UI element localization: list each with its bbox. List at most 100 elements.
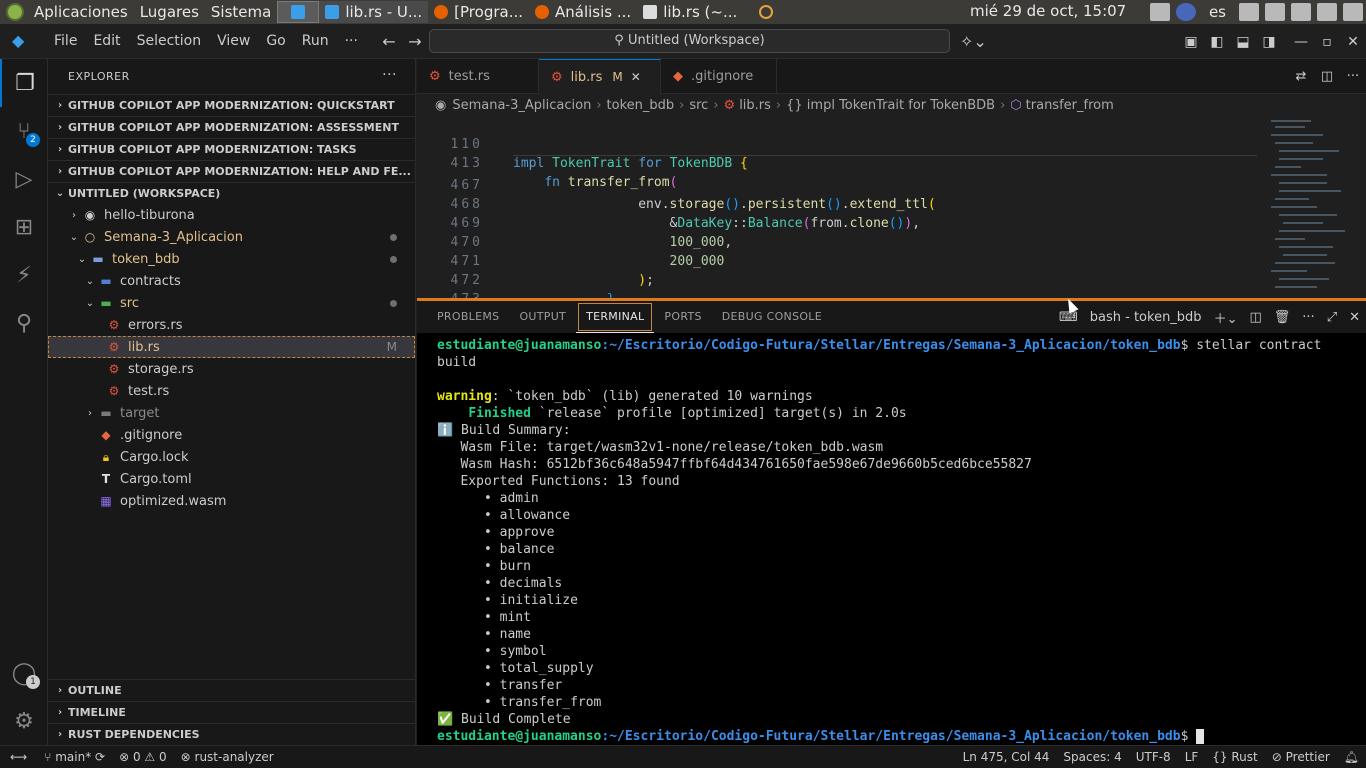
run-debug-icon[interactable]: ▷ <box>0 155 48 203</box>
rust-analyzer-status[interactable]: ⊗ rust-analyzer <box>174 750 281 764</box>
toggle-sidebar-icon[interactable]: ◧ <box>1204 34 1230 50</box>
breadcrumb-item[interactable]: lib.rs <box>739 98 771 113</box>
toggle-panel-icon[interactable]: ⬓ <box>1230 34 1256 50</box>
more-actions-icon[interactable]: ··· <box>1340 69 1366 84</box>
tab-lib-rs[interactable]: ⚙ lib.rs M ✕ <box>539 59 661 94</box>
menu-view[interactable]: View <box>209 33 258 49</box>
accounts-icon[interactable]: ◯ 1 <box>0 649 48 697</box>
source-control-icon[interactable]: ⑂ 2 <box>0 107 48 155</box>
settings-gear-icon[interactable]: ⚙ <box>0 697 48 745</box>
terminal-scrollbar[interactable] <box>1352 337 1366 745</box>
prettier-status[interactable]: ⊘ Prettier <box>1265 750 1337 764</box>
taskbar-item-vscode[interactable] <box>277 1 320 23</box>
breadcrumb-item[interactable]: transfer_from <box>1026 98 1114 113</box>
tab-debug-console[interactable]: DEBUG CONSOLE <box>712 301 832 333</box>
menu-run[interactable]: Run <box>294 33 337 49</box>
command-center[interactable]: ⚲ Untitled (Workspace) <box>429 29 950 53</box>
tree-item-src[interactable]: ⌄ ▬ src <box>48 292 415 314</box>
indentation[interactable]: Spaces: 4 <box>1056 750 1128 764</box>
close-panel-icon[interactable]: ✕ <box>1349 310 1360 325</box>
section-quickstart[interactable]: › GITHUB COPILOT APP MODERNIZATION: QUICK… <box>48 94 415 116</box>
system-menu[interactable]: Sistema <box>205 3 277 21</box>
more-actions-icon[interactable]: ··· <box>1302 310 1314 325</box>
tree-item-cargo-lock[interactable]: 🔒︎ Cargo.lock <box>48 446 415 468</box>
applications-menu[interactable]: Aplicaciones <box>28 3 134 21</box>
keyboard-layout[interactable]: es <box>1209 3 1226 21</box>
volume-icon[interactable] <box>1239 3 1259 21</box>
split-editor-icon[interactable]: ◫ <box>1314 69 1340 84</box>
tree-item-contracts[interactable]: ⌄ ▬ contracts <box>48 270 415 292</box>
menu-more[interactable]: ··· <box>337 33 366 49</box>
tree-item-optimized-wasm[interactable]: ▦ optimized.wasm <box>48 490 415 512</box>
section-rust-dependencies[interactable]: › RUST DEPENDENCIES <box>48 723 416 745</box>
compare-changes-icon[interactable]: ⇄ <box>1288 69 1314 84</box>
tree-item-hello-tiburona[interactable]: › ◉ hello-tiburona <box>48 204 415 226</box>
breadcrumb-item[interactable]: src <box>689 98 708 113</box>
tree-item-lib-rs[interactable]: ⚙ lib.rs M <box>48 336 415 358</box>
breadcrumb-item[interactable]: {} impl TokenTrait for TokenBDB <box>786 98 995 113</box>
terminal-name[interactable]: bash - token_bdb <box>1090 310 1202 325</box>
forward-arrow-icon[interactable]: → <box>402 32 428 51</box>
end-of-line[interactable]: LF <box>1178 750 1206 764</box>
gnome-logo-icon[interactable] <box>6 3 24 21</box>
section-workspace[interactable]: ⌄ UNTITLED (WORKSPACE) <box>48 182 415 204</box>
tree-item-storage-rs[interactable]: ⚙ storage.rs <box>48 358 415 380</box>
close-tab-icon[interactable]: ✕ <box>631 70 641 84</box>
bluetooth-icon[interactable] <box>1175 3 1196 21</box>
tab-output[interactable]: OUTPUT <box>509 301 576 333</box>
minimize-icon[interactable]: — <box>1288 34 1314 50</box>
tree-item-token-bdb[interactable]: ⌄ ▬ token_bdb <box>48 248 415 270</box>
layout-icon[interactable]: ▣ <box>1178 34 1204 50</box>
copilot-icon[interactable]: ✧⌄ <box>960 32 987 51</box>
minimap[interactable] <box>1257 116 1366 300</box>
breadcrumb-item[interactable]: Semana-3_Aplicacion <box>452 98 591 113</box>
tab-problems[interactable]: PROBLEMS <box>427 301 509 333</box>
calendar-icon[interactable] <box>1317 3 1337 21</box>
section-outline[interactable]: › OUTLINE <box>48 679 416 701</box>
kill-terminal-icon[interactable]: 🗑︎ <box>1274 310 1291 325</box>
places-menu[interactable]: Lugares <box>134 3 205 21</box>
cursor-position[interactable]: Ln 475, Col 44 <box>956 750 1057 764</box>
notifications-icon[interactable]: 🔔︎ <box>1337 750 1366 764</box>
more-actions-icon[interactable]: ··· <box>382 67 397 83</box>
explorer-icon[interactable]: ❐ <box>0 59 48 107</box>
clock[interactable]: mié 29 de oct, 15:07 <box>970 2 1126 20</box>
breadcrumb-item[interactable]: token_bdb <box>607 98 675 113</box>
terminal-output[interactable]: estudiante@juanamanso:~/Escritorio/Codig… <box>437 337 1353 745</box>
taskbar-item-firefox-1[interactable]: [Progra... <box>428 1 529 23</box>
power-icon[interactable] <box>1343 3 1363 21</box>
menu-go[interactable]: Go <box>258 33 293 49</box>
back-arrow-icon[interactable]: ← <box>376 32 402 51</box>
taskbar-item-firefox-2[interactable]: Análisis ... <box>529 1 637 23</box>
tree-item-gitignore[interactable]: ◆ .gitignore <box>48 424 415 446</box>
language-mode[interactable]: {} Rust <box>1205 750 1264 764</box>
search-icon[interactable]: ⚲ <box>0 299 48 347</box>
branch-indicator[interactable]: ⑂ main* ⟳ <box>37 750 112 764</box>
code-editor[interactable]: 110 impl TokenTrait for TokenBDB { 413 f… <box>417 116 1257 300</box>
tree-item-test-rs[interactable]: ⚙ test.rs <box>48 380 415 402</box>
new-terminal-icon[interactable]: ＋⌄ <box>1214 308 1238 327</box>
tree-item-errors-rs[interactable]: ⚙ errors.rs <box>48 314 415 336</box>
search-icon[interactable] <box>759 5 774 19</box>
stellar-icon[interactable]: ⚡ <box>0 251 48 299</box>
toggle-secondary-sidebar-icon[interactable]: ◨ <box>1256 34 1282 50</box>
section-assessment[interactable]: › GITHUB COPILOT APP MODERNIZATION: ASSES… <box>48 116 415 138</box>
tree-item-cargo-toml[interactable]: T Cargo.toml <box>48 468 415 490</box>
maximize-panel-icon[interactable]: ⤢ <box>1327 310 1337 325</box>
split-terminal-icon[interactable]: ◫ <box>1249 310 1261 325</box>
tab-terminal[interactable]: TERMINAL <box>576 301 655 333</box>
menu-edit[interactable]: Edit <box>85 33 128 49</box>
section-help[interactable]: › GITHUB COPILOT APP MODERNIZATION: HELP … <box>48 160 415 182</box>
tab-test-rs[interactable]: ⚙ test.rs <box>417 59 539 94</box>
menu-selection[interactable]: Selection <box>129 33 210 49</box>
tab-ports[interactable]: PORTS <box>654 301 711 333</box>
printer-icon[interactable] <box>1291 3 1311 21</box>
tab-gitignore[interactable]: ◆ .gitignore <box>661 59 777 94</box>
tree-item-target[interactable]: › ▬ target <box>48 402 415 424</box>
close-window-icon[interactable]: ✕ <box>1340 34 1366 50</box>
taskbar-item-editor[interactable]: lib.rs (~... <box>637 1 743 23</box>
problems-indicator[interactable]: ⊗ 0 ⚠ 0 <box>112 750 174 764</box>
taskbar-item-librs[interactable]: lib.rs - U... <box>319 1 429 23</box>
maximize-icon[interactable]: ▫ <box>1314 34 1340 50</box>
section-tasks[interactable]: › GITHUB COPILOT APP MODERNIZATION: TASKS <box>48 138 415 160</box>
